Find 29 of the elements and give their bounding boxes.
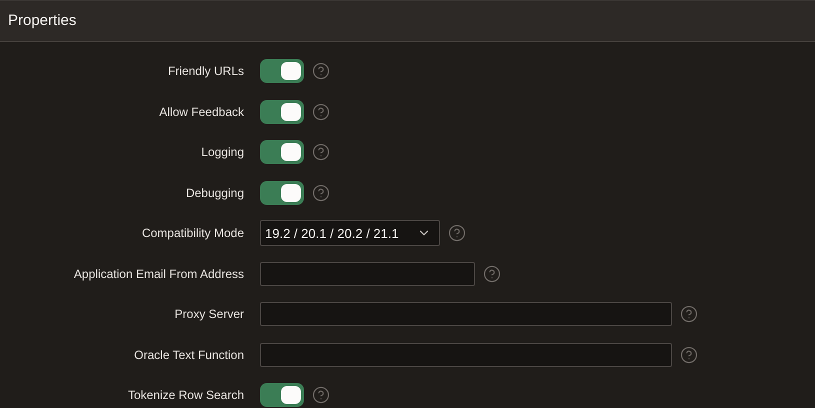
help-icon[interactable] (312, 102, 330, 121)
help-icon[interactable] (312, 386, 330, 404)
toggle-switch[interactable] (260, 383, 304, 408)
toggle-switch[interactable] (260, 140, 304, 164)
help-icon[interactable] (312, 143, 330, 162)
help-icon[interactable] (312, 184, 330, 202)
field-label: Proxy Server (174, 306, 244, 324)
text-field[interactable] (260, 302, 672, 326)
field-label: Tokenize Row Search (128, 387, 244, 404)
text-field[interactable] (260, 342, 672, 367)
help-icon[interactable] (448, 224, 466, 242)
help-icon[interactable] (680, 346, 698, 364)
help-icon[interactable] (483, 264, 501, 283)
toggle-switch[interactable] (260, 180, 304, 205)
compatibility-select[interactable]: 19.2 / 20.1 / 20.2 / 21.1 (260, 220, 440, 246)
field-label: Oracle Text Function (134, 346, 244, 364)
field-label: Application Email From Address (74, 266, 244, 283)
field-label: Logging (201, 144, 244, 162)
field-label: Debugging (186, 184, 244, 202)
panel-title: Properties (8, 10, 76, 31)
help-icon[interactable] (680, 305, 698, 324)
text-field[interactable] (260, 262, 475, 286)
toggle-switch[interactable] (260, 100, 304, 124)
field-label: Friendly URLs (168, 63, 244, 80)
field-label: Compatibility Mode (142, 225, 244, 242)
help-icon[interactable] (312, 62, 330, 80)
field-label: Allow Feedback (159, 104, 244, 121)
toggle-switch[interactable] (260, 59, 304, 84)
select-value: 19.2 / 20.1 / 20.2 / 21.1 (265, 224, 399, 242)
